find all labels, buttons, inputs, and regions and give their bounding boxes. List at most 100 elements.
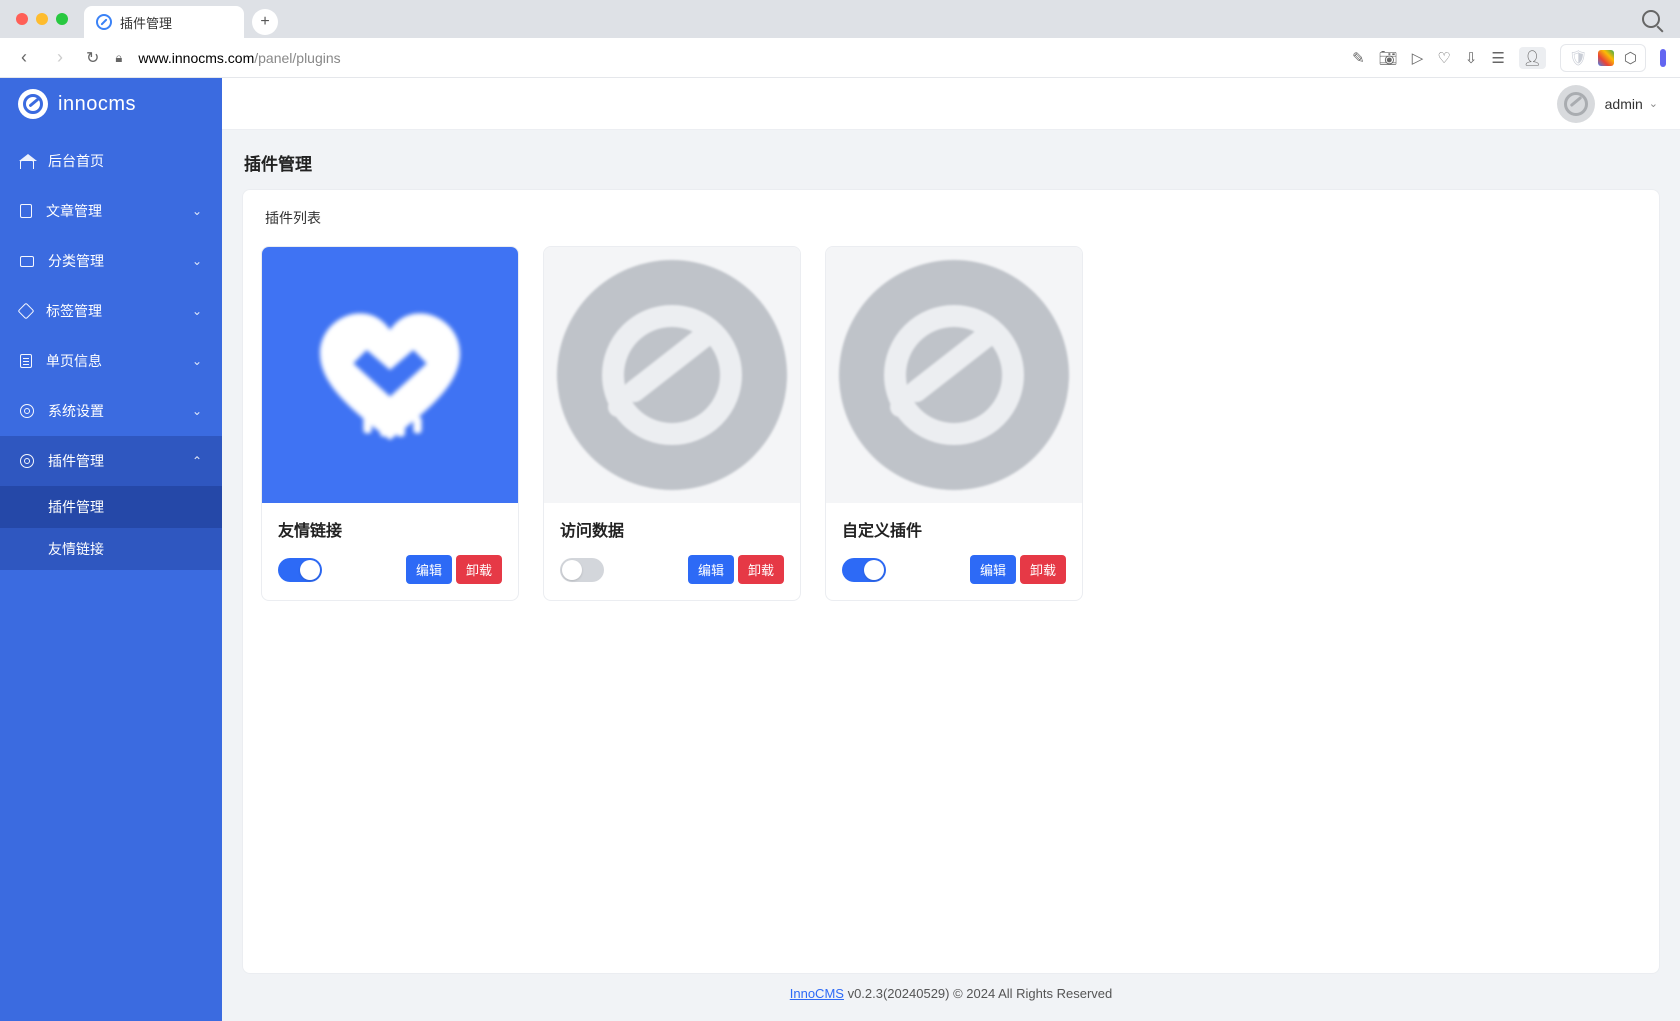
- chevron-down-icon: ⌄: [192, 204, 202, 218]
- edit-button[interactable]: 编辑: [406, 555, 452, 584]
- close-window-button[interactable]: [16, 13, 28, 25]
- profile-icon[interactable]: 👤︎: [1519, 47, 1546, 69]
- footer-version: v0.2.3(20240529) © 2024 All Rights Reser…: [844, 986, 1112, 1001]
- plugin-toggle[interactable]: [560, 558, 604, 582]
- search-icon[interactable]: [1642, 10, 1660, 28]
- edit-button[interactable]: 编辑: [970, 555, 1016, 584]
- sidebar-sub-links[interactable]: 友情链接: [0, 528, 222, 570]
- puzzle-icon[interactable]: [1598, 50, 1614, 66]
- plugin-cards: 友情链接 编辑 卸载: [261, 246, 1641, 601]
- plugin-title: 访问数据: [560, 517, 784, 541]
- plugin-card: 自定义插件 编辑 卸载: [825, 246, 1083, 601]
- tag-icon: [18, 303, 35, 320]
- sidebar-item-label: 文章管理: [46, 201, 102, 221]
- placeholder-logo-icon: [839, 260, 1069, 490]
- sidebar-sub-plugins[interactable]: 插件管理: [0, 486, 222, 528]
- browser-toolbar-icons: ✎ 📷︎ ▷ ♡ ⇩ ☰ 👤︎ 🛡︎ ⬡: [1352, 44, 1666, 72]
- brand-text: innocms: [58, 93, 136, 116]
- chevron-up-icon: ⌃: [192, 454, 202, 468]
- uninstall-button[interactable]: 卸载: [1020, 555, 1066, 584]
- reload-button[interactable]: ↻: [86, 48, 99, 68]
- sidebar-item-label: 插件管理: [48, 451, 104, 471]
- sidebar-item-home[interactable]: 后台首页: [0, 136, 222, 186]
- gear-icon: [20, 454, 34, 468]
- sidebar-submenu: 插件管理 友情链接: [0, 486, 222, 570]
- sidebar-item-categories[interactable]: 分类管理 ⌄: [0, 236, 222, 286]
- sidebar: innocms 后台首页 文章管理 ⌄ 分类管理 ⌄: [0, 78, 222, 1021]
- footer: InnoCMS v0.2.3(20240529) © 2024 All Righ…: [242, 974, 1660, 1011]
- sidebar-nav: 后台首页 文章管理 ⌄ 分类管理 ⌄ 标签管理 ⌄: [0, 130, 222, 1021]
- username: admin: [1605, 96, 1643, 112]
- content: 插件管理 插件列表 友情链接: [222, 130, 1680, 1021]
- topbar: admin ⌄: [222, 78, 1680, 130]
- sidebar-item-settings[interactable]: 系统设置 ⌄: [0, 386, 222, 436]
- plugin-title: 自定义插件: [842, 517, 1066, 541]
- browser-address-bar: ‹ › ↻ 🔒︎ www.innocms.com/panel/plugins ✎…: [0, 38, 1680, 78]
- user-menu[interactable]: admin ⌄: [1605, 96, 1658, 112]
- shield-icon[interactable]: 🛡︎: [1569, 49, 1588, 67]
- brand[interactable]: innocms: [0, 78, 222, 130]
- uninstall-button[interactable]: 卸载: [738, 555, 784, 584]
- accent-indicator: [1660, 49, 1666, 67]
- chevron-down-icon: ⌄: [192, 354, 202, 368]
- browser-tab[interactable]: 插件管理: [84, 6, 244, 38]
- sidebar-item-label: 系统设置: [48, 401, 104, 421]
- document-icon: [20, 204, 32, 218]
- sidebar-sub-label: 友情链接: [48, 539, 104, 559]
- chevron-down-icon: ⌄: [192, 254, 202, 268]
- browser-tab-bar: 插件管理 +: [0, 0, 1680, 38]
- brand-logo-icon: [18, 89, 48, 119]
- plugin-image: [826, 247, 1082, 503]
- chevron-down-icon: ⌄: [1649, 97, 1658, 110]
- heart-icon[interactable]: ♡: [1437, 49, 1450, 67]
- sidebar-sub-label: 插件管理: [48, 497, 104, 517]
- sidebar-item-articles[interactable]: 文章管理 ⌄: [0, 186, 222, 236]
- plugin-card: 友情链接 编辑 卸载: [261, 246, 519, 601]
- home-icon: [20, 160, 34, 169]
- sidebar-item-pages[interactable]: 单页信息 ⌄: [0, 336, 222, 386]
- back-button[interactable]: ‹: [14, 47, 34, 68]
- edit-button[interactable]: 编辑: [688, 555, 734, 584]
- plugin-toggle[interactable]: [842, 558, 886, 582]
- list-icon[interactable]: ☰: [1491, 49, 1504, 67]
- minimize-window-button[interactable]: [36, 13, 48, 25]
- url-field[interactable]: www.innocms.com/panel/plugins: [138, 50, 1336, 66]
- avatar: [1557, 85, 1595, 123]
- uninstall-button[interactable]: 卸载: [456, 555, 502, 584]
- cube-icon[interactable]: ⬡: [1624, 49, 1637, 67]
- main: admin ⌄ 插件管理 插件列表: [222, 78, 1680, 1021]
- panel-title: 插件列表: [261, 208, 1641, 228]
- tab-title: 插件管理: [120, 13, 172, 32]
- window-controls: [8, 13, 76, 25]
- sidebar-item-label: 后台首页: [48, 151, 104, 171]
- sidebar-item-label: 标签管理: [46, 301, 102, 321]
- chevron-down-icon: ⌄: [192, 404, 202, 418]
- plugin-title: 友情链接: [278, 517, 502, 541]
- handshake-heart-icon: [305, 300, 475, 450]
- chevron-down-icon: ⌄: [192, 304, 202, 318]
- plugin-image: [262, 247, 518, 503]
- sidebar-item-plugins[interactable]: 插件管理 ⌃: [0, 436, 222, 486]
- plugin-image: [544, 247, 800, 503]
- new-tab-button[interactable]: +: [252, 9, 278, 35]
- forward-button[interactable]: ›: [50, 47, 70, 68]
- page-title: 插件管理: [244, 150, 1660, 175]
- footer-link[interactable]: InnoCMS: [790, 986, 844, 1001]
- download-icon[interactable]: ⇩: [1465, 49, 1478, 67]
- folder-icon: [20, 256, 34, 267]
- plugin-toggle[interactable]: [278, 558, 322, 582]
- sidebar-item-label: 单页信息: [46, 351, 102, 371]
- camera-icon[interactable]: 📷︎: [1379, 49, 1398, 67]
- extensions-group: 🛡︎ ⬡: [1560, 44, 1646, 72]
- lock-icon: 🔒︎: [115, 50, 122, 66]
- page-icon: [20, 354, 32, 368]
- sidebar-item-tags[interactable]: 标签管理 ⌄: [0, 286, 222, 336]
- plugin-card: 访问数据 编辑 卸载: [543, 246, 801, 601]
- gear-icon: [20, 404, 34, 418]
- sidebar-item-label: 分类管理: [48, 251, 104, 271]
- panel: 插件列表 友情链接: [242, 189, 1660, 974]
- maximize-window-button[interactable]: [56, 13, 68, 25]
- edit-icon[interactable]: ✎: [1352, 49, 1365, 67]
- play-icon[interactable]: ▷: [1412, 49, 1424, 67]
- favicon-icon: [96, 14, 112, 30]
